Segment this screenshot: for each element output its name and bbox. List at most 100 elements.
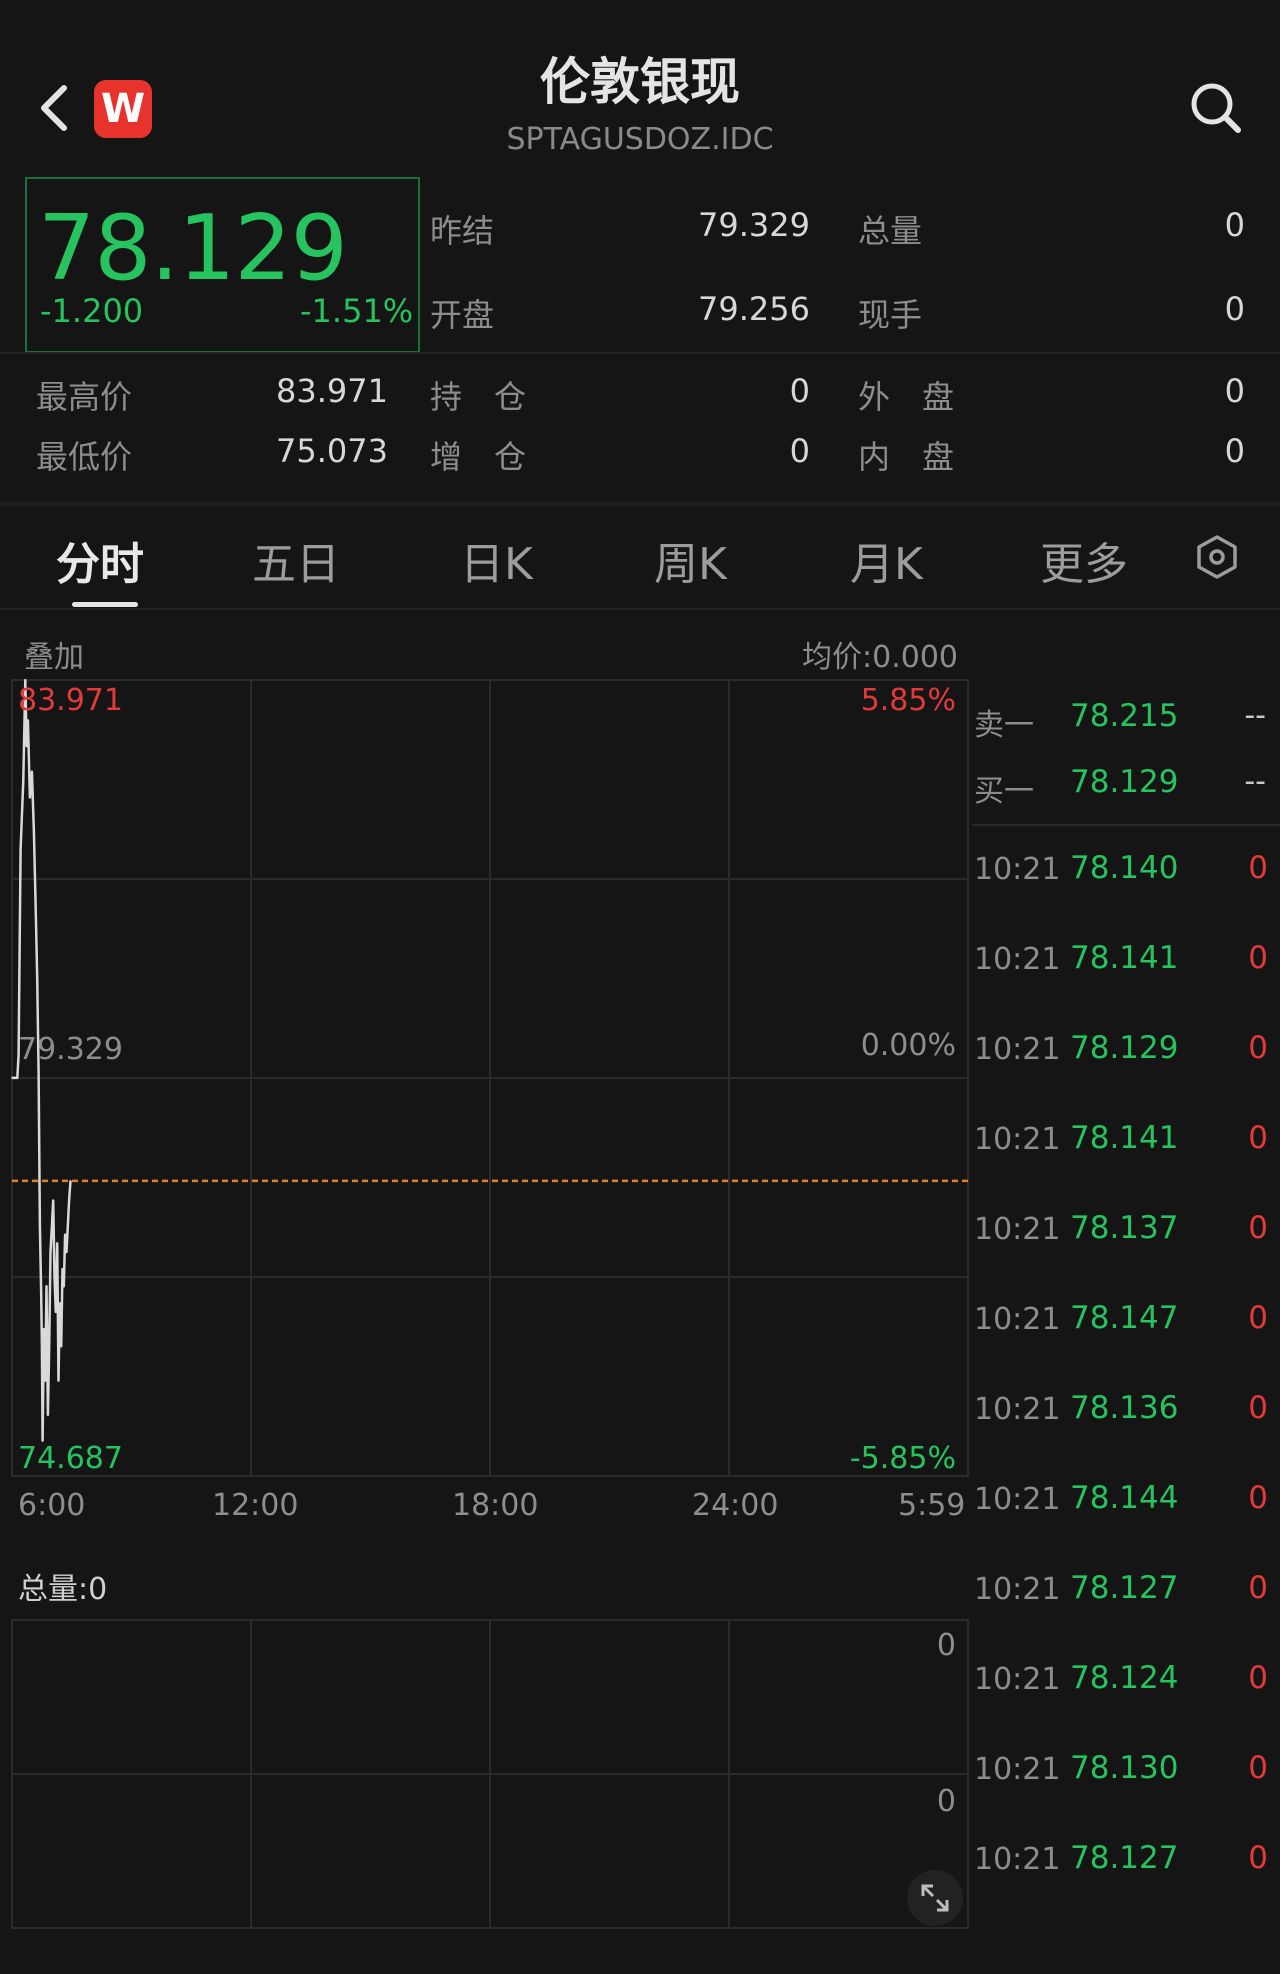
page-title: 伦敦银现 [540,53,740,111]
trade-time: 10:21 [974,1572,1061,1607]
total-volume-value: 0 [1224,206,1245,244]
trade-time: 10:21 [974,1662,1061,1697]
price-point [69,1180,72,1182]
price-point [11,1077,13,1079]
price-point [44,1379,47,1382]
intraday-chart[interactable] [0,640,970,1930]
price-point [19,848,22,850]
price-point [39,1225,41,1228]
price-change: -1.200 [40,292,144,330]
price-point [63,1285,65,1288]
price-point [31,771,33,773]
price-point [51,1225,53,1228]
divider [0,502,1280,506]
trade-time: 10:21 [974,1212,1061,1247]
trade-price: 78.147 [1070,1300,1179,1336]
divider [0,608,1280,610]
position-add-value: 0 [789,432,810,470]
trade-price: 78.141 [1070,1120,1179,1156]
trade-time: 10:21 [974,1032,1061,1067]
low-label: 最低价 [36,438,133,476]
price-point [41,1345,43,1348]
price-point [56,1242,58,1245]
price-point [49,1251,52,1253]
x-axis-label: 12:00 [212,1488,299,1523]
trade-volume: 0 [1248,1660,1268,1696]
price-point [64,1234,66,1236]
inner-label: 内 盘 [858,438,955,476]
pct-bottom-label: -5.85% [849,1441,956,1476]
trade-price: 78.130 [1070,1750,1179,1786]
outer-label: 外 盘 [858,378,955,416]
expand-icon[interactable] [907,1870,963,1926]
trade-time: 10:21 [974,1752,1061,1787]
settings-icon[interactable] [1194,534,1240,580]
price-point [36,976,39,979]
trade-volume: 0 [1248,1300,1268,1336]
trade-volume: 0 [1248,1750,1268,1786]
price-point [61,1268,64,1270]
divider [972,824,1280,826]
prev-settle-value: 79.329 [698,206,810,244]
trade-volume: 0 [1248,1210,1268,1246]
ask-label: 卖一 [974,708,1034,743]
trade-price: 78.137 [1070,1210,1179,1246]
search-icon[interactable] [1188,80,1244,136]
price-point [52,1199,54,1202]
trade-volume: 0 [1248,1570,1268,1606]
trade-volume: 0 [1248,1480,1268,1516]
trade-volume: 0 [1248,850,1268,886]
price-point [40,1294,43,1296]
position-value: 0 [789,372,810,410]
trade-time: 10:21 [974,1482,1061,1517]
price-point [24,679,27,681]
trade-volume: 0 [1248,1840,1268,1876]
bid-volume: -- [1244,764,1266,799]
price-point [53,1276,56,1279]
open-label: 开盘 [430,296,495,334]
price-point [27,719,29,722]
price-point [59,1302,61,1305]
tab-weekly-k[interactable]: 周K [654,528,727,592]
y-axis-top-label: 83.971 [18,683,123,718]
high-value: 83.971 [276,372,388,410]
x-axis-label: 18:00 [452,1488,539,1523]
divider [0,352,1280,354]
current-hand-value: 0 [1224,290,1245,328]
trade-price: 78.144 [1070,1480,1179,1516]
volume-label: 总量:0 [18,1572,108,1607]
trade-volume: 0 [1248,1390,1268,1426]
x-axis-label: 24:00 [692,1488,779,1523]
tab-monthly-k[interactable]: 月K [850,528,923,592]
trade-volume: 0 [1248,940,1268,976]
instrument-code: SPTAGUSDOZ.IDC [506,122,774,157]
current-hand-label: 现手 [858,296,923,334]
price-point [16,1077,19,1079]
y-axis-bottom-label: 74.687 [18,1441,123,1476]
bid-label: 买一 [974,774,1034,809]
trade-time: 10:21 [974,852,1061,887]
price-point [33,831,35,833]
trade-price: 78.127 [1070,1570,1179,1606]
price-point [48,1345,51,1348]
trade-volume: 0 [1248,1120,1268,1156]
trade-time: 10:21 [974,1392,1061,1427]
tab-intraday[interactable]: 分时 [56,528,144,592]
prev-settle-label: 昨结 [430,212,495,250]
y-axis-mid-label: 79.329 [18,1032,123,1067]
pct-mid-label: 0.00% [860,1028,956,1063]
price-point [67,1225,69,1228]
position-label: 持 仓 [430,378,527,416]
price-point [45,1285,48,1288]
volume-axis-top: 0 [936,1628,956,1663]
tab-daily-k[interactable]: 日K [460,528,533,592]
price-point [55,1311,57,1313]
tab-more[interactable]: 更多 [1040,528,1128,592]
x-axis-label: 6:00 [18,1488,86,1523]
open-value: 79.256 [698,290,810,328]
low-value: 75.073 [276,432,388,470]
trade-time: 10:21 [974,1302,1061,1337]
position-add-label: 增 仓 [430,438,527,476]
tab-five-day[interactable]: 五日 [252,528,340,592]
trade-price: 78.127 [1070,1840,1179,1876]
